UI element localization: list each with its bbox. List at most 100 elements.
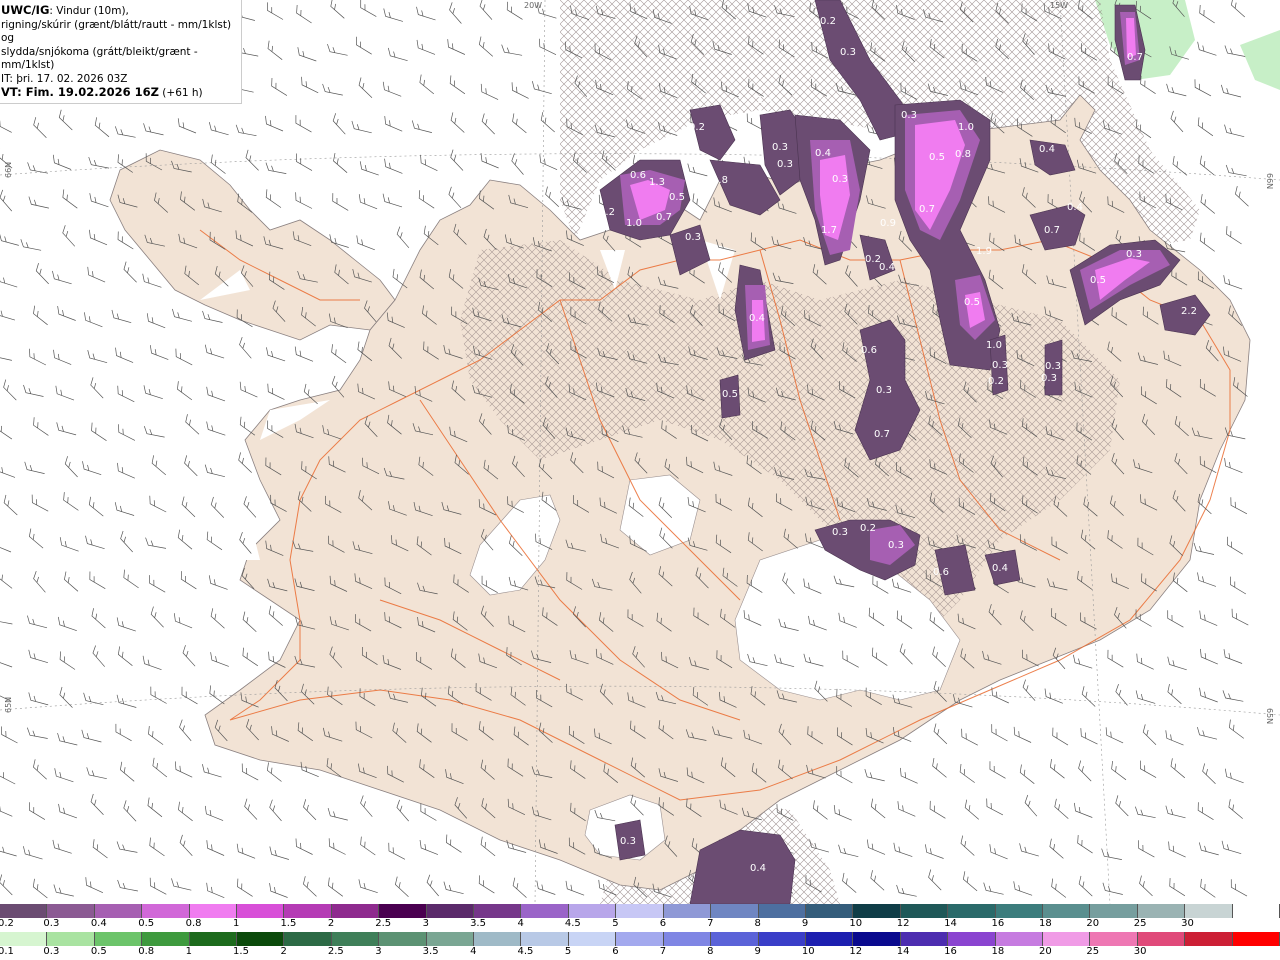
legend-label: 14: [896, 946, 910, 957]
legend-swatch: [568, 932, 617, 946]
precip-value: 0.2: [988, 376, 1004, 387]
legend-label: 4: [517, 918, 524, 929]
precip-value: 0.3: [620, 836, 636, 847]
legend-label: 0.8: [138, 946, 155, 957]
legend-label: 1.5: [233, 946, 249, 957]
legend-swatch: [853, 904, 901, 918]
snow-legend-labels: 0.2 0.3 0.4 0.5 0.8 1 1.5 2 2.5 3 3.5 4 4.5 5 6 7 8 9 10 12…: [0, 918, 1280, 930]
legend-swatch: [1137, 904, 1186, 918]
legend-label: 3: [422, 918, 430, 929]
legend-label: 0.8: [185, 918, 202, 929]
legend-label: 3: [375, 946, 382, 957]
precip-value: 0.8: [955, 149, 971, 160]
legend-swatch: [711, 904, 759, 918]
precip-value: 0.4: [750, 863, 766, 874]
precip-value: 1.0: [958, 122, 974, 133]
precip-value: 0.4: [992, 563, 1008, 574]
info-line3: slydda/snjókoma (grátt/bleikt/grænt - mm…: [1, 45, 198, 72]
precip-value: 0.7: [919, 204, 935, 215]
legend-swatch: [805, 932, 854, 946]
precip-value: 0.7: [1127, 52, 1143, 63]
precip-value: 0.2: [820, 16, 836, 27]
legend-swatch: [284, 904, 332, 918]
precip-value: 0.3: [1126, 249, 1142, 260]
precip-value: 0.9: [880, 218, 896, 229]
legend-label: 0.1: [0, 946, 14, 957]
legend-swatch: [900, 932, 949, 946]
legend-swatch: [1137, 932, 1186, 946]
legend-swatch: [758, 932, 806, 946]
precip-value: 0.4: [1067, 202, 1083, 213]
legend-label: 5: [612, 918, 619, 929]
precip-value: 0.4: [879, 262, 895, 273]
legend-swatch: [474, 932, 522, 946]
legend-label: 30: [1133, 946, 1147, 957]
legend-swatch: [284, 932, 332, 946]
legend-swatch: [995, 932, 1043, 946]
legend-label: 7: [707, 918, 714, 929]
precip-value: 0.5: [1090, 275, 1106, 286]
legend-label: 14: [944, 918, 957, 929]
legend-swatch: [616, 904, 664, 918]
lat-label-66n-right: 66N: [1265, 173, 1274, 189]
precip-value: 0.4: [815, 148, 831, 159]
precip-value: 0.2: [860, 523, 876, 534]
precip-value: 0.3: [685, 232, 701, 243]
info-line2: rigning/skúrir (grænt/blátt/rautt - mm/1…: [1, 18, 232, 45]
legend-label: 30: [1181, 918, 1194, 929]
legend-label: 4.5: [564, 918, 581, 929]
legend-swatch: [711, 932, 759, 946]
legend-swatch: [142, 904, 190, 918]
legend-swatch: [426, 932, 475, 946]
legend-swatch: [758, 904, 806, 918]
legend-swatch: [142, 932, 190, 946]
precip-value: 0.3: [888, 540, 904, 551]
info-line1: : Vindur (10m),: [49, 5, 129, 17]
rain-legend-labels: 0.1 0.3 0.5 0.8 1 1.5 2 2.5 3 3.5 4 4.5 5 6 7 8 9 10 12 14 1…: [0, 946, 1280, 958]
legend-swatch: [426, 904, 475, 918]
precip-value: 0.7: [656, 212, 672, 223]
rain-legend-bar: [0, 932, 1280, 946]
legend-label: 20: [1038, 946, 1052, 957]
lat-label-65n-left: 65N: [4, 697, 13, 713]
lon-label-20w: 20W: [524, 1, 542, 10]
legend-label: 1: [185, 946, 192, 957]
forecast-hour: (+61 h): [158, 87, 203, 99]
lon-label-15w: 15W: [1050, 1, 1068, 10]
legend-label: 2.5: [327, 946, 344, 957]
legend-label: 5: [564, 946, 572, 957]
precip-value: 0.7: [1044, 225, 1060, 236]
legend-swatch: [995, 904, 1043, 918]
legend-label: 1: [233, 918, 240, 929]
legend-swatch: [47, 932, 95, 946]
legend-swatch: [189, 932, 238, 946]
legend-swatch: [616, 932, 664, 946]
legend-swatch: [1042, 932, 1091, 946]
legend-swatch: [805, 904, 854, 918]
legend-swatch: [853, 932, 901, 946]
legend-swatch: [94, 932, 143, 946]
precip-value: 0.7: [874, 429, 890, 440]
legend-label: 4.5: [517, 946, 534, 957]
precip-value: 1.4: [757, 95, 773, 106]
legend-label: 0.5: [138, 918, 155, 929]
precip-value: 0.2: [689, 122, 705, 133]
lat-label-65n-right: 65N: [1265, 708, 1274, 724]
legend-swatch: [237, 932, 285, 946]
precip-value: 0.6: [861, 345, 877, 356]
legend-swatch: [568, 904, 617, 918]
legend-swatch: [1185, 932, 1233, 946]
precip-value: 0.6: [630, 170, 646, 181]
legend-swatch: [521, 904, 569, 918]
precip-value: 1.2: [599, 207, 615, 218]
legend-label: 6: [659, 918, 667, 929]
legend-label: 1.5: [280, 918, 297, 929]
snow-legend-bar: [0, 904, 1280, 918]
precip-value: 0.5: [929, 152, 945, 163]
precip-value: 0.3: [1041, 373, 1057, 384]
precip-value: 0.3: [777, 159, 793, 170]
legend-label: 10: [849, 918, 863, 929]
legend-swatch: [1232, 932, 1280, 946]
legend-swatch: [237, 904, 285, 918]
legend-label: 18: [991, 946, 1005, 957]
